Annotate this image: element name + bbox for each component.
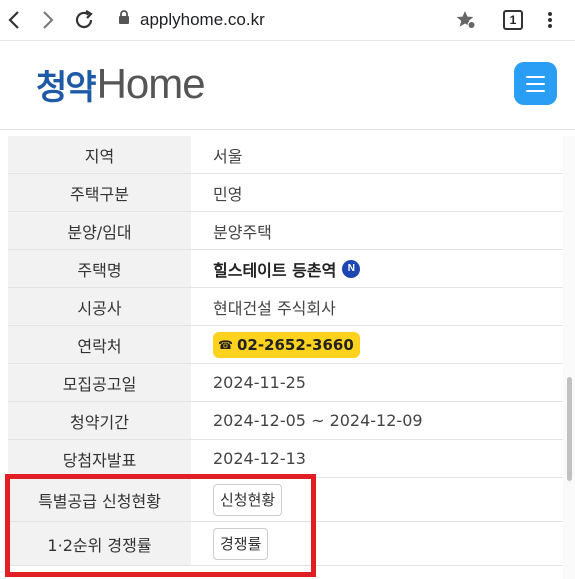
logo-korean-text: 청약 — [36, 67, 97, 108]
table-row: 청약기간 2024-12-05 ~ 2024-12-09 — [8, 402, 563, 440]
table-row: 당첨자발표 2024-12-13 — [8, 440, 563, 478]
scrollbar-thumb[interactable] — [567, 377, 572, 481]
row-value-application-period: 2024-12-05 ~ 2024-12-09 — [213, 411, 423, 430]
site-logo[interactable]: 청약 Home — [36, 59, 206, 109]
row-label-special-supply: 특별공급 신청현황 — [8, 478, 191, 521]
star-icon[interactable] — [452, 6, 480, 34]
row-value-sale-rent: 분양주택 — [213, 222, 272, 242]
row-label-winner-announcement: 당첨자발표 — [8, 440, 191, 477]
row-label-contact: 연락처 — [8, 326, 191, 363]
row-label-housing-type: 주택구분 — [8, 174, 191, 211]
table-row: 시공사 현대건설 주식회사 — [8, 288, 563, 326]
table-row: 연락처 ☎ 02-2652-3660 — [8, 326, 563, 364]
phone-link[interactable]: ☎ 02-2652-3660 — [213, 331, 360, 358]
row-label-constructor: 시공사 — [8, 288, 191, 325]
browser-toolbar: applyhome.co.kr 1 — [0, 0, 575, 40]
menu-icon-bar — [526, 75, 545, 78]
row-label-region: 지역 — [8, 136, 191, 173]
address-bar[interactable]: applyhome.co.kr — [118, 9, 265, 31]
row-label-housing-name: 주택명 — [8, 250, 191, 287]
new-badge-icon: N — [342, 259, 361, 278]
competition-rate-button[interactable]: 경쟁률 — [213, 527, 269, 560]
row-label-sale-rent: 분양/임대 — [8, 212, 191, 249]
application-status-button[interactable]: 신청현황 — [213, 483, 283, 516]
back-icon[interactable] — [0, 6, 28, 34]
table-row: 특별공급 신청현황 신청현황 — [8, 478, 563, 522]
row-value-region: 서울 — [213, 146, 243, 166]
row-value-constructor: 현대건설 주식회사 — [213, 298, 336, 318]
menu-icon-bar — [526, 89, 545, 92]
url-text: applyhome.co.kr — [140, 10, 265, 29]
table-row: 모집공고일 2024-11-25 — [8, 364, 563, 402]
lock-icon — [118, 10, 130, 30]
table-row: 분양/임대 분양주택 — [8, 212, 563, 250]
row-label-announcement-date: 모집공고일 — [8, 364, 191, 401]
scrollbar-track[interactable] — [563, 136, 575, 579]
row-value-contact: ☎ 02-2652-3660 — [191, 326, 563, 363]
table-row: 주택구분 민영 — [8, 174, 563, 212]
telephone-icon: ☎ — [218, 337, 233, 352]
table-row: 1·2순위 경쟁률 경쟁률 — [8, 522, 563, 566]
housing-name-text: 힐스테이트 등촌역 — [213, 260, 337, 280]
row-value-special-supply: 신청현황 — [191, 478, 563, 521]
row-value-housing-type: 민영 — [213, 184, 243, 204]
table-row: 주택명 힐스테이트 등촌역 N — [8, 250, 563, 288]
table-row: 지역 서울 — [8, 136, 563, 174]
site-header: 청약 Home — [0, 40, 575, 130]
hamburger-menu-button[interactable] — [514, 62, 557, 105]
menu-icon-bar — [526, 82, 545, 85]
row-value-housing-name: 힐스테이트 등촌역 N — [191, 250, 563, 287]
reload-icon[interactable] — [70, 6, 98, 34]
row-value-winner-announcement: 2024-12-13 — [213, 449, 306, 468]
phone-number: 02-2652-3660 — [236, 335, 354, 354]
row-label-application-period: 청약기간 — [8, 402, 191, 439]
logo-english-text: Home — [96, 60, 206, 107]
row-label-competition-rate: 1·2순위 경쟁률 — [8, 522, 191, 565]
housing-info-table: 지역 서울 주택구분 민영 분양/임대 분양주택 주택명 힐스테이트 등촌역 N… — [8, 136, 563, 566]
row-value-announcement-date: 2024-11-25 — [213, 373, 306, 392]
tab-count-button[interactable]: 1 — [503, 10, 523, 30]
more-vert-icon[interactable] — [536, 6, 564, 34]
forward-icon[interactable] — [34, 6, 62, 34]
row-value-competition-rate: 경쟁률 — [191, 522, 563, 565]
